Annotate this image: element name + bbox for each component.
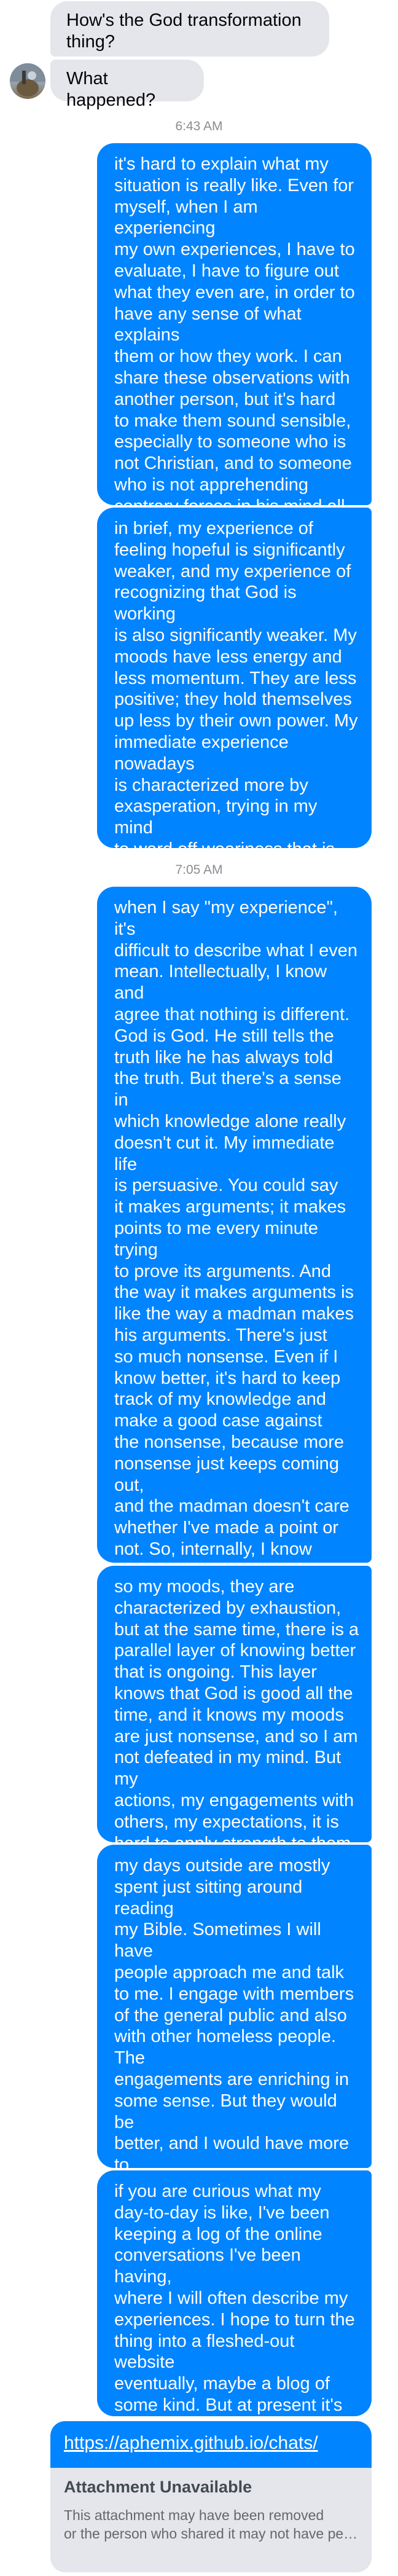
attachment-body: Attachment Unavailable This attachment m… [50, 2468, 372, 2543]
link-attachment-card[interactable]: https://aphemix.github.io/chats/ Attachm… [50, 2421, 372, 2572]
outgoing-message-bubble[interactable]: if you are curious what my day-to-day is… [97, 2170, 372, 2500]
outgoing-message-bubble[interactable]: so my moods, they are characterized by e… [97, 1566, 372, 1853]
attachment-description-line: This attachment may have been removed [64, 2507, 324, 2523]
contact-avatar[interactable] [10, 63, 45, 99]
attachment-title: Attachment Unavailable [64, 2478, 252, 2496]
timestamp: 6:43 AM [175, 119, 223, 133]
attachment-link-row[interactable]: https://aphemix.github.io/chats/ [50, 2421, 372, 2468]
attachment-description-line: or the person who shared it may not have… [64, 2526, 358, 2542]
outgoing-message-bubble[interactable]: my days outside are mostly spent just si… [97, 1845, 372, 2303]
incoming-message-bubble[interactable]: What happened? [50, 60, 204, 110]
attachment-link[interactable]: https://aphemix.github.io/chats/ [64, 2433, 318, 2453]
avatar-photo-icon [10, 63, 45, 96]
attachment-description: This attachment may have been removed or… [64, 2506, 358, 2543]
timestamp: 7:05 AM [175, 863, 223, 877]
outgoing-message-bubble[interactable]: it's hard to explain what my situation i… [97, 143, 372, 538]
outgoing-message-bubble[interactable]: when I say "my experience", it's difficu… [97, 887, 372, 1794]
outgoing-message-bubble[interactable]: in brief, my experience of feeling hopef… [97, 508, 372, 923]
incoming-message-bubble[interactable]: How's the God transformation thing? [50, 1, 329, 57]
